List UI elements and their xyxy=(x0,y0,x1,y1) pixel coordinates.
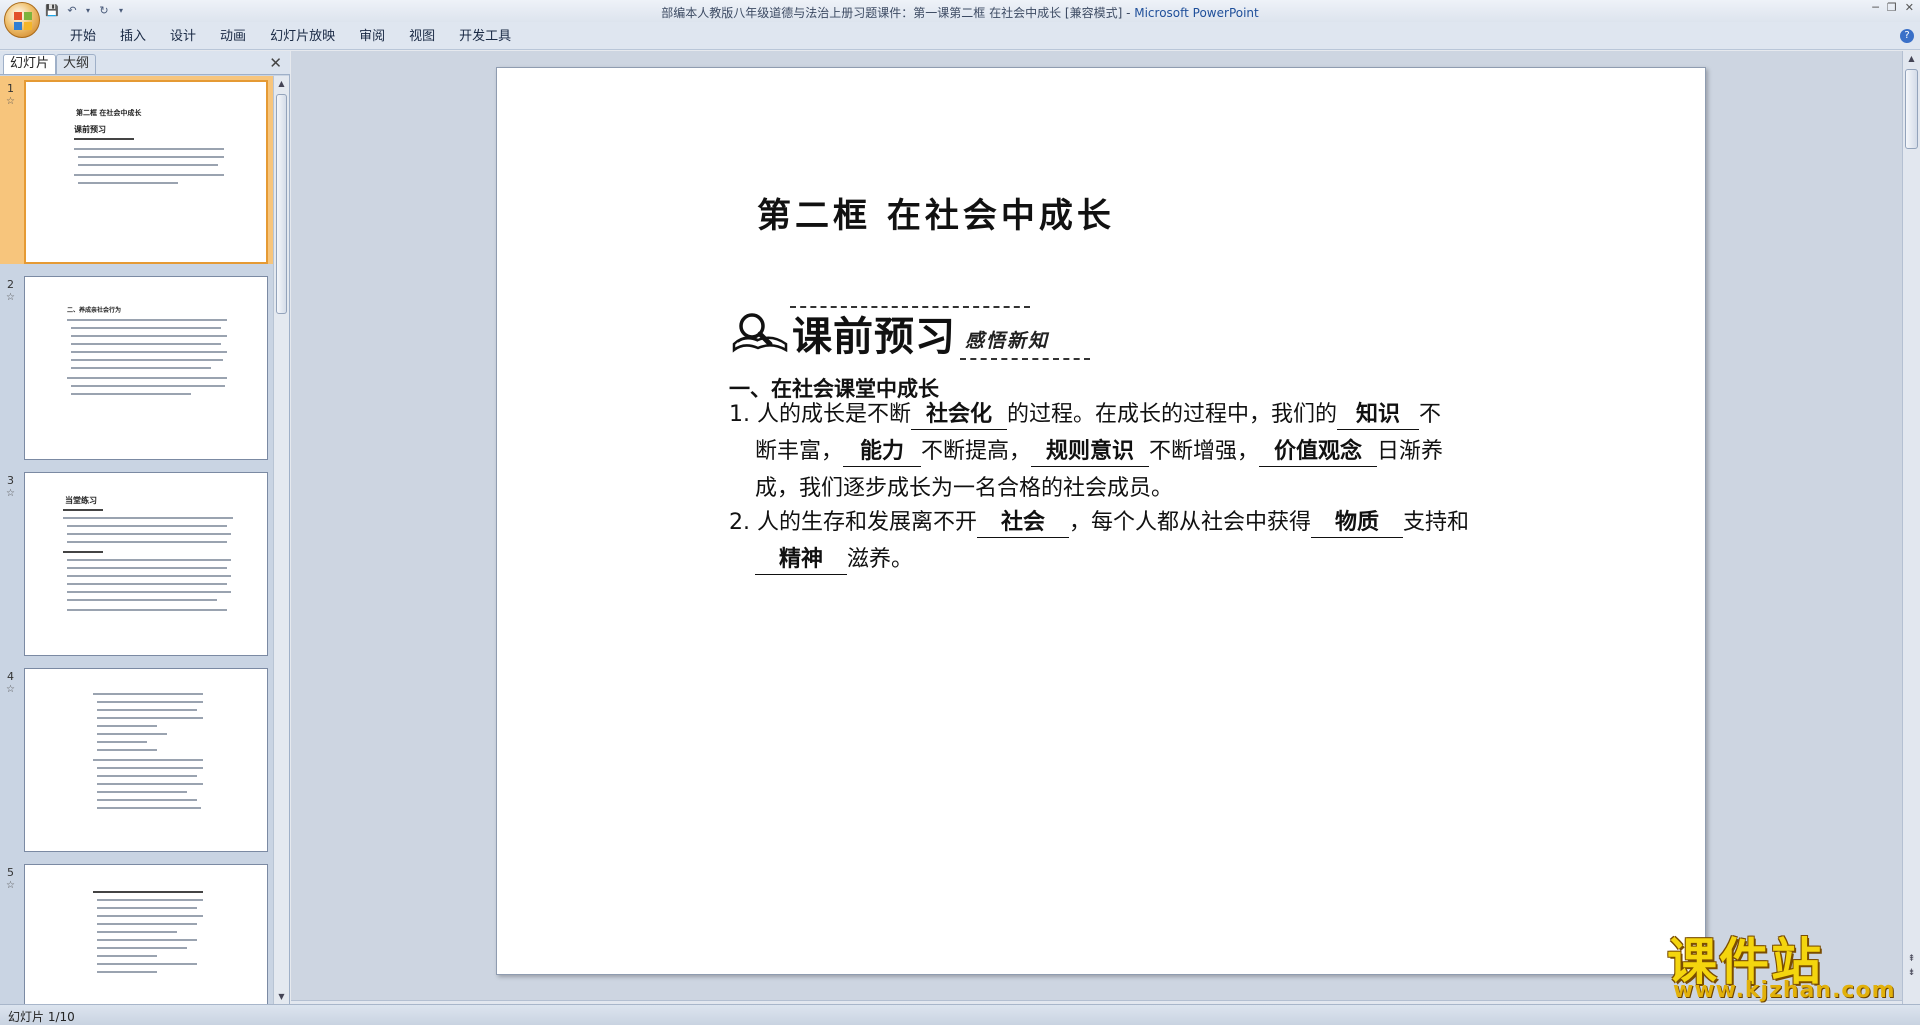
slide-editing-area: 第二框 在社会中成长 课前预习 感悟新知 一、在社会课堂中成长 1. 人的成长是… xyxy=(291,51,1902,1000)
item1-line1: 1. 人的成长是不断 社会化 的过程。在成长的过程中，我们的 知识不 xyxy=(729,396,1441,433)
thumbnail-preview: 当堂练习 xyxy=(24,472,268,656)
minimize-icon[interactable]: ─ xyxy=(1872,1,1879,14)
thumbnail-preview: 第二框 在社会中成长 课前预习 xyxy=(24,80,268,264)
item1-line3: 成，我们逐步成长为一名合格的社会成员。 xyxy=(755,470,1173,507)
tab-design[interactable]: 设计 xyxy=(158,28,208,48)
answer-blank: 规则意识 xyxy=(1031,438,1150,467)
tab-slides[interactable]: 幻灯片 xyxy=(3,54,57,74)
text-run: 2. 人的生存和发展离不开 xyxy=(729,510,977,535)
thumbnail-heading: 当堂练习 xyxy=(65,496,97,505)
answer-blank: 知识 xyxy=(1337,401,1419,430)
thumbnail-preview: 二、养成亲社会行为 xyxy=(24,276,268,460)
animation-star-icon: ☆ xyxy=(6,684,15,695)
tab-review[interactable]: 审阅 xyxy=(347,28,397,48)
item1-line2: 断丰富， 能力 不断提高， 规则意识 不断增强， 价值观念 日渐养 xyxy=(755,433,1443,470)
thumbnail-number: 2 xyxy=(7,278,14,291)
scroll-up-icon[interactable]: ▲ xyxy=(274,76,289,91)
ribbon: 开始 插入 设计 动画 幻灯片放映 审阅 视图 开发工具 ? xyxy=(0,22,1920,50)
scrollbar-thumb[interactable] xyxy=(1905,69,1918,149)
thumbnail-subheading: 课前预习 xyxy=(74,125,106,134)
text-run: 1. 人的成长是不断 xyxy=(729,402,911,427)
answer-blank: 社会化 xyxy=(910,401,1007,430)
scrollbar-thumb[interactable] xyxy=(276,94,287,314)
tab-home[interactable]: 开始 xyxy=(58,28,108,48)
slide-counter: 幻灯片 1/10 xyxy=(8,1010,75,1024)
window-title-prefix: 部编本人教版八年级道德与法治上册习题课件：第一课第二框 在社会中成长 [兼容模式… xyxy=(661,6,1135,20)
text-run: 成，我们逐步成长为一名合格的社会成员。 xyxy=(755,476,1174,501)
office-button[interactable] xyxy=(4,2,40,38)
window-title: 部编本人教版八年级道德与法治上册习题课件：第一课第二框 在社会中成长 [兼容模式… xyxy=(0,4,1920,21)
item2-line2: 精神 滋养。 xyxy=(755,541,913,578)
animation-star-icon: ☆ xyxy=(6,880,15,891)
slide-thumbnail-1[interactable]: 1 ☆ 第二框 在社会中成长 课前预习 xyxy=(0,76,274,264)
tab-insert[interactable]: 插入 xyxy=(108,28,158,48)
thumbnail-list: 1 ☆ 第二框 在社会中成长 课前预习 2 ☆ 二、养成亲社会行为 3 ☆ 当堂… xyxy=(0,76,274,1004)
answer-blank: 精神 xyxy=(755,546,847,575)
close-window-icon[interactable]: ✕ xyxy=(1905,1,1914,14)
restore-icon[interactable]: ❐ xyxy=(1887,1,1897,14)
tab-slideshow[interactable]: 幻灯片放映 xyxy=(258,28,347,48)
thumbnail-number: 1 xyxy=(7,82,14,95)
slide-canvas[interactable]: 第二框 在社会中成长 课前预习 感悟新知 一、在社会课堂中成长 1. 人的成长是… xyxy=(496,67,1706,975)
item2-line1: 2. 人的生存和发展离不开 社会 ，每个人都从社会中获得 物质 支持和 xyxy=(729,504,1469,541)
animation-star-icon: ☆ xyxy=(6,292,15,303)
tab-view[interactable]: 视图 xyxy=(397,28,447,48)
animation-star-icon: ☆ xyxy=(6,488,15,499)
slide-thumbnail-5[interactable]: 5 ☆ xyxy=(0,860,274,1004)
answer-blank: 物质 xyxy=(1311,509,1403,538)
slides-pane: 幻灯片 大纲 ✕ 1 ☆ 第二框 在社会中成长 课前预习 2 ☆ 二、养成亲社会… xyxy=(0,51,290,1004)
slide-thumbnail-4[interactable]: 4 ☆ xyxy=(0,664,274,852)
tab-outline[interactable]: 大纲 xyxy=(56,54,97,74)
text-run: 滋养。 xyxy=(847,547,914,572)
animation-star-icon: ☆ xyxy=(6,96,15,107)
text-run: 支持和 xyxy=(1403,510,1470,535)
scroll-up-icon[interactable]: ▲ xyxy=(1903,51,1920,67)
preview-label: 课前预习 xyxy=(792,314,956,360)
thumbnail-number: 3 xyxy=(7,474,14,487)
slide-thumbnail-3[interactable]: 3 ☆ 当堂练习 xyxy=(0,468,274,656)
scroll-down-icon[interactable]: ▼ xyxy=(274,989,289,1004)
magnifier-book-icon xyxy=(732,313,788,353)
watermark-url: www.kjzhan.com xyxy=(1673,978,1896,1003)
thumbnail-number: 5 xyxy=(7,866,14,879)
answer-blank: 价值观念 xyxy=(1259,438,1378,467)
close-icon[interactable]: ✕ xyxy=(269,54,282,72)
text-run: 不 xyxy=(1419,402,1442,427)
text-run: 不断增强， xyxy=(1149,439,1260,464)
slide-vertical-scrollbar[interactable]: ▲ ⇞ ⇟ xyxy=(1902,51,1920,1011)
text-run: 的过程。在成长的过程中，我们的 xyxy=(1006,402,1337,427)
text-run: ，每个人都从社会中获得 xyxy=(1068,510,1311,535)
status-bar: 幻灯片 1/10 xyxy=(0,1004,1920,1025)
preview-subtitle: 感悟新知 xyxy=(965,330,1050,352)
thumbnail-preview xyxy=(24,864,268,1004)
ribbon-tabs: 开始 插入 设计 动画 幻灯片放映 审阅 视图 开发工具 xyxy=(58,28,523,48)
preview-banner: 课前预习 感悟新知 xyxy=(730,302,1090,362)
text-run: 断丰富， xyxy=(755,439,844,464)
banner-dash-bottom xyxy=(960,358,1090,360)
tab-animations[interactable]: 动画 xyxy=(208,28,258,48)
tab-developer[interactable]: 开发工具 xyxy=(447,28,523,48)
answer-blank: 社会 xyxy=(976,509,1069,538)
slide-title: 第二框 在社会中成长 xyxy=(757,196,1115,236)
thumbnail-heading: 第二框 在社会中成长 xyxy=(76,109,142,117)
window-controls: ─ ❐ ✕ xyxy=(1872,1,1914,14)
answer-blank: 能力 xyxy=(843,438,922,467)
slide-thumbnail-2[interactable]: 2 ☆ 二、养成亲社会行为 xyxy=(0,272,274,460)
title-bar: 💾 ↶ ▾ ↻ ▾ 部编本人教版八年级道德与法治上册习题课件：第一课第二框 在社… xyxy=(0,0,1920,38)
thumbnail-number: 4 xyxy=(7,670,14,683)
text-run: 不断提高， xyxy=(921,439,1032,464)
watermark-logo: 课件站 www.kjzhan.com xyxy=(1667,922,1907,1004)
text-run: 日渐养 xyxy=(1377,439,1444,464)
help-icon[interactable]: ? xyxy=(1900,29,1914,43)
thumbnail-heading: 二、养成亲社会行为 xyxy=(67,307,122,314)
thumbnail-preview xyxy=(24,668,268,852)
thumbnail-scrollbar[interactable]: ▲ ▼ xyxy=(273,76,289,1004)
window-title-brand: Microsoft PowerPoint xyxy=(1134,6,1259,20)
office-logo-icon xyxy=(14,12,32,30)
pane-tabs: 幻灯片 大纲 ✕ xyxy=(0,51,290,75)
